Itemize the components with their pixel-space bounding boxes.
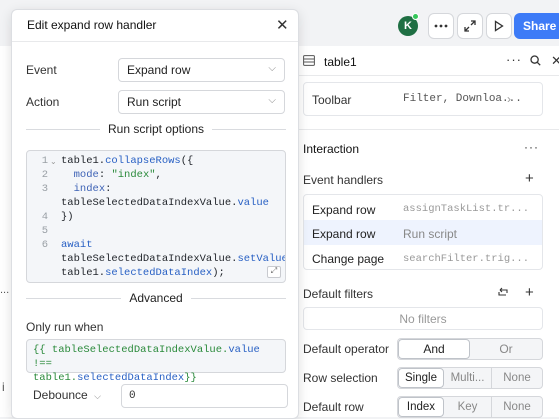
operator-option-or[interactable]: Or [470, 339, 542, 359]
add-handler-icon[interactable]: + [525, 170, 534, 187]
default-row-option-none[interactable]: None [492, 397, 542, 417]
modal-title: Edit expand row handler [27, 18, 157, 32]
code-line: mode: "index", [73, 169, 162, 181]
code-line: await [61, 239, 93, 251]
reset-icon[interactable] [497, 287, 509, 301]
run-script-options-title: Run script options [107, 122, 205, 136]
default-row-option-index[interactable]: Index [398, 397, 444, 417]
row-selection-option-none[interactable]: None [492, 368, 542, 388]
divider [26, 297, 122, 299]
debounce-label-text: Debounce [33, 388, 88, 402]
advanced-heading: Advanced [26, 291, 286, 305]
chevron-down-icon: ⌵ [94, 391, 101, 401]
code-line: index: [73, 183, 112, 195]
row-selection-control[interactable]: Single Multi... None [397, 367, 543, 389]
default-operator-control[interactable]: And Or [397, 338, 543, 360]
search-icon[interactable] [530, 55, 541, 69]
handler-row-event[interactable]: Expand row [312, 227, 375, 241]
event-select[interactable]: Expand row ⌵ [118, 58, 285, 82]
condition-line: table1.selectedDataIndex}} [33, 372, 197, 384]
script-editor[interactable]: 1 2 3 4 5 6 ⌄ table1.collapseRows({ mode… [26, 150, 286, 283]
divider [26, 128, 100, 130]
default-operator-label: Default operator [303, 342, 390, 356]
play-icon[interactable] [486, 13, 512, 39]
run-script-options-heading: Run script options [26, 122, 287, 136]
line-number: 2 [41, 169, 48, 181]
code-line: }) [61, 211, 74, 223]
divider [297, 129, 559, 130]
handler-row-action[interactable]: assignTaskList.tr... [403, 203, 529, 215]
expand-icon[interactable] [457, 13, 483, 39]
toolbar-value: Filter, Downloa... [403, 93, 522, 105]
code-line: table1.collapseRows({ [61, 155, 194, 167]
event-handlers-title: Event handlers [303, 173, 384, 187]
action-label: Action [26, 95, 60, 109]
chevron-right-icon: › [507, 92, 511, 106]
handler-row-event[interactable]: Change page [312, 252, 384, 266]
chevron-down-icon: ⌵ [268, 95, 276, 106]
row-selection-option-single[interactable]: Single [398, 368, 444, 388]
code-line: tableSelectedDataIndexValue.setValue( [61, 253, 286, 265]
interaction-title: Interaction [303, 142, 360, 156]
event-select-value: Expand row [127, 63, 191, 77]
only-run-when-label: Only run when [26, 320, 104, 334]
table-icon [303, 55, 315, 69]
interaction-more-icon[interactable]: ··· [524, 140, 539, 154]
line-number: 5 [41, 225, 48, 237]
only-run-when-input[interactable]: {{ tableSelectedDataIndexValue.value !==… [26, 339, 286, 384]
advanced-title[interactable]: Advanced [129, 291, 182, 305]
close-panel-icon[interactable]: ✕ [551, 53, 559, 69]
action-select-value: Run script [127, 95, 182, 109]
canvas-dots: ... [0, 284, 10, 296]
code-line: tableSelectedDataIndexValue.value [61, 197, 269, 209]
add-filter-icon[interactable]: + [525, 284, 534, 301]
handler-row-action[interactable]: Run script [403, 227, 457, 241]
debounce-input[interactable]: 0 [121, 384, 288, 408]
filters-empty-box[interactable]: No filters [303, 307, 543, 330]
line-number: 3 [41, 183, 48, 195]
line-number: 4 [41, 211, 48, 223]
condition-line: {{ tableSelectedDataIndexValue.value !== [33, 344, 260, 370]
modal-divider [12, 41, 298, 42]
share-button[interactable]: Share [514, 13, 559, 39]
default-row-option-key[interactable]: Key [444, 397, 492, 417]
line-number: 6 [41, 239, 48, 251]
default-row-label: Default row [303, 400, 364, 414]
line-number: 1 [41, 155, 48, 167]
chevron-down-icon: ⌵ [268, 63, 276, 74]
operator-option-and[interactable]: And [398, 339, 470, 359]
row-selection-label: Row selection [303, 371, 378, 385]
row-selection-option-multi[interactable]: Multi... [444, 368, 492, 388]
component-more-icon[interactable]: ··· [506, 52, 522, 67]
online-status-dot [412, 13, 419, 20]
debounce-label: Debounce ⌵ [33, 388, 101, 402]
action-select[interactable]: Run script ⌵ [118, 90, 285, 114]
edit-handler-modal: Edit expand row handler ✕ Event Expand r… [11, 9, 299, 419]
handler-row-action[interactable]: searchFilter.trig... [403, 253, 529, 265]
event-handler-list: Expand row assignTaskList.tr... Expand r… [303, 194, 543, 270]
expand-editor-icon[interactable]: ⤢ [267, 266, 281, 278]
canvas-letter: i [2, 380, 5, 394]
close-icon[interactable]: ✕ [276, 16, 289, 34]
fold-icon[interactable]: ⌄ [50, 156, 57, 170]
toolbar-label: Toolbar [312, 93, 352, 107]
default-filters-title: Default filters [303, 287, 374, 301]
divider [190, 297, 286, 299]
divider [212, 128, 287, 130]
event-label: Event [26, 63, 57, 77]
component-name[interactable]: table1 [324, 55, 357, 69]
handler-row-event[interactable]: Expand row [312, 203, 375, 217]
code-line: table1.selectedDataIndex); [61, 267, 225, 279]
more-icon[interactable] [428, 13, 454, 39]
default-row-control[interactable]: Index Key None [397, 396, 543, 418]
